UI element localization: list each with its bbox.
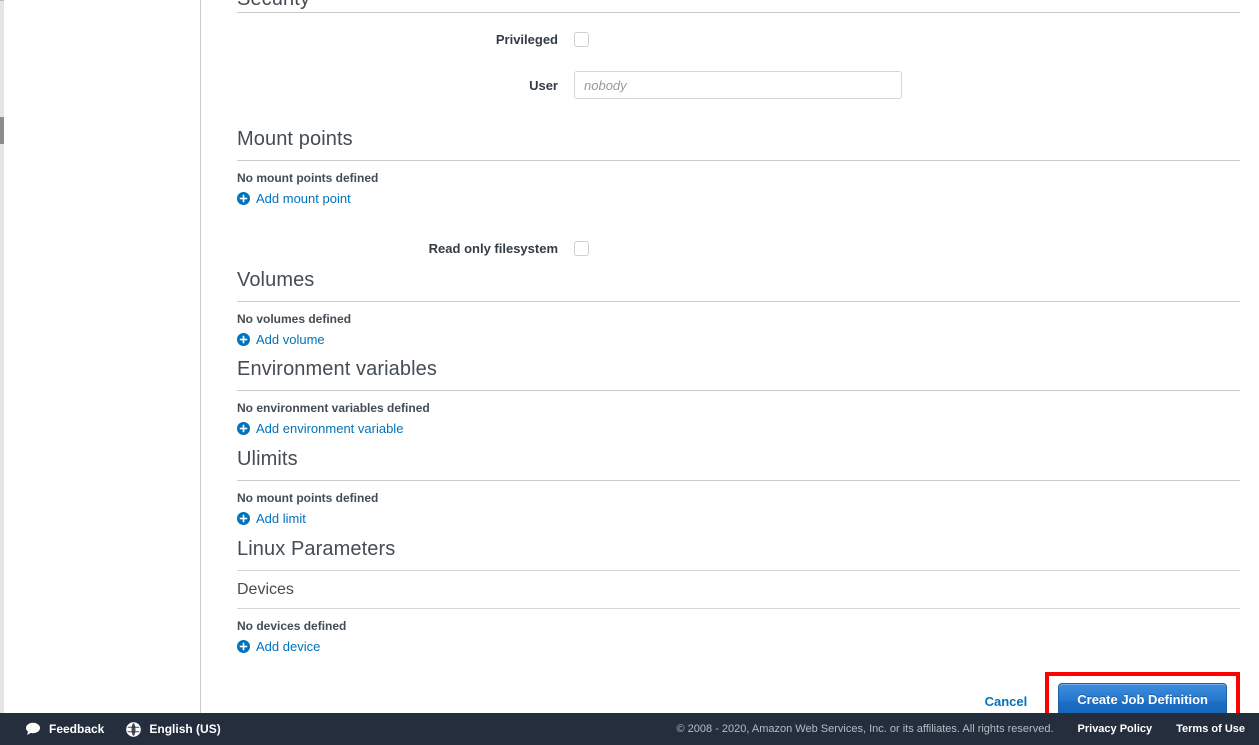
add-environment-variable-label: Add environment variable [256, 421, 404, 436]
language-label: English (US) [149, 721, 221, 736]
plus-circle-icon [237, 333, 250, 346]
speech-bubble-icon [26, 722, 40, 735]
section-heading-mount-points: Mount points [237, 128, 353, 150]
footer-right-group: © 2008 - 2020, Amazon Web Services, Inc.… [677, 722, 1259, 736]
divider-environment-variables [237, 390, 1240, 391]
feedback-button[interactable]: Feedback [25, 722, 104, 737]
section-heading-security: Security [237, 0, 310, 11]
divider-ulimits [237, 480, 1240, 481]
terms-of-use-link[interactable]: Terms of Use [1176, 722, 1245, 736]
empty-text-volumes: No volumes defined [237, 312, 352, 326]
section-heading-ulimits: Ulimits [237, 448, 298, 470]
label-read-only-filesystem: Read only filesystem [428, 241, 558, 256]
empty-text-environment-variables: No environment variables defined [237, 401, 430, 415]
empty-text-ulimits: No mount points defined [237, 491, 379, 505]
copyright-text: © 2008 - 2020, Amazon Web Services, Inc.… [676, 723, 1054, 735]
add-environment-variable-link[interactable]: Add environment variable [237, 420, 403, 437]
sidebar-scrollbar-top-cap [0, 0, 4, 1]
add-volume-label: Add volume [256, 332, 325, 347]
globe-icon [126, 721, 142, 737]
divider-security [237, 12, 1240, 13]
divider-volumes [237, 301, 1240, 302]
left-sidebar [0, 0, 201, 713]
cancel-button[interactable]: Cancel [985, 693, 1046, 710]
field-row-privileged: Privileged [237, 31, 1240, 48]
main-content-panel: Security Privileged User Mount points No… [201, 0, 1259, 730]
section-heading-volumes: Volumes [237, 269, 315, 291]
plus-circle-icon [237, 512, 250, 525]
add-mount-point-link[interactable]: Add mount point [237, 190, 351, 207]
add-device-link[interactable]: Add device [237, 638, 320, 655]
plus-circle-icon [237, 640, 250, 653]
section-heading-linux-parameters: Linux Parameters [237, 538, 396, 560]
section-environment-variables: Environment variables No environment var… [237, 357, 1240, 440]
page-root: Security Privileged User Mount points No… [0, 0, 1259, 745]
subsection-heading-devices: Devices [237, 581, 294, 598]
feedback-label: Feedback [49, 721, 105, 736]
sidebar-scrollbar-track[interactable] [0, 0, 4, 713]
add-mount-point-label: Add mount point [256, 191, 351, 206]
label-user: User [529, 77, 558, 93]
add-volume-link[interactable]: Add volume [237, 331, 325, 348]
plus-circle-icon [237, 192, 250, 205]
add-limit-link[interactable]: Add limit [237, 510, 306, 527]
divider-linux-parameters [237, 570, 1240, 571]
user-input[interactable] [574, 71, 902, 99]
divider-devices [237, 608, 1240, 609]
section-linux-parameters: Linux Parameters Devices No devices defi… [237, 537, 1240, 658]
checkbox-read-only-filesystem[interactable] [574, 241, 589, 256]
page-footer: Feedback English (US) © 2008 - 2020, Ama… [0, 713, 1259, 745]
field-row-user: User [237, 71, 1240, 99]
section-heading-environment-variables: Environment variables [237, 358, 437, 380]
section-volumes: Volumes No volumes defined Add volume [237, 268, 1240, 351]
add-limit-label: Add limit [256, 511, 306, 526]
section-ulimits: Ulimits No mount points defined Add limi… [237, 447, 1240, 530]
privacy-policy-link[interactable]: Privacy Policy [1078, 722, 1153, 736]
field-row-readonly-filesystem: Read only filesystem [237, 240, 1240, 257]
sidebar-scrollbar-thumb[interactable] [0, 117, 4, 144]
add-device-label: Add device [256, 639, 321, 654]
language-selector[interactable]: English (US) [126, 721, 221, 737]
label-privileged: Privileged [495, 32, 558, 47]
divider-mount-points [237, 160, 1240, 161]
empty-text-mount-points: No mount points defined [237, 171, 379, 185]
footer-left-group: Feedback English (US) [0, 722, 221, 737]
checkbox-privileged[interactable] [574, 32, 589, 47]
section-mount-points: Mount points No mount points defined Add… [237, 127, 1240, 257]
empty-text-devices: No devices defined [237, 619, 347, 633]
plus-circle-icon [237, 422, 250, 435]
